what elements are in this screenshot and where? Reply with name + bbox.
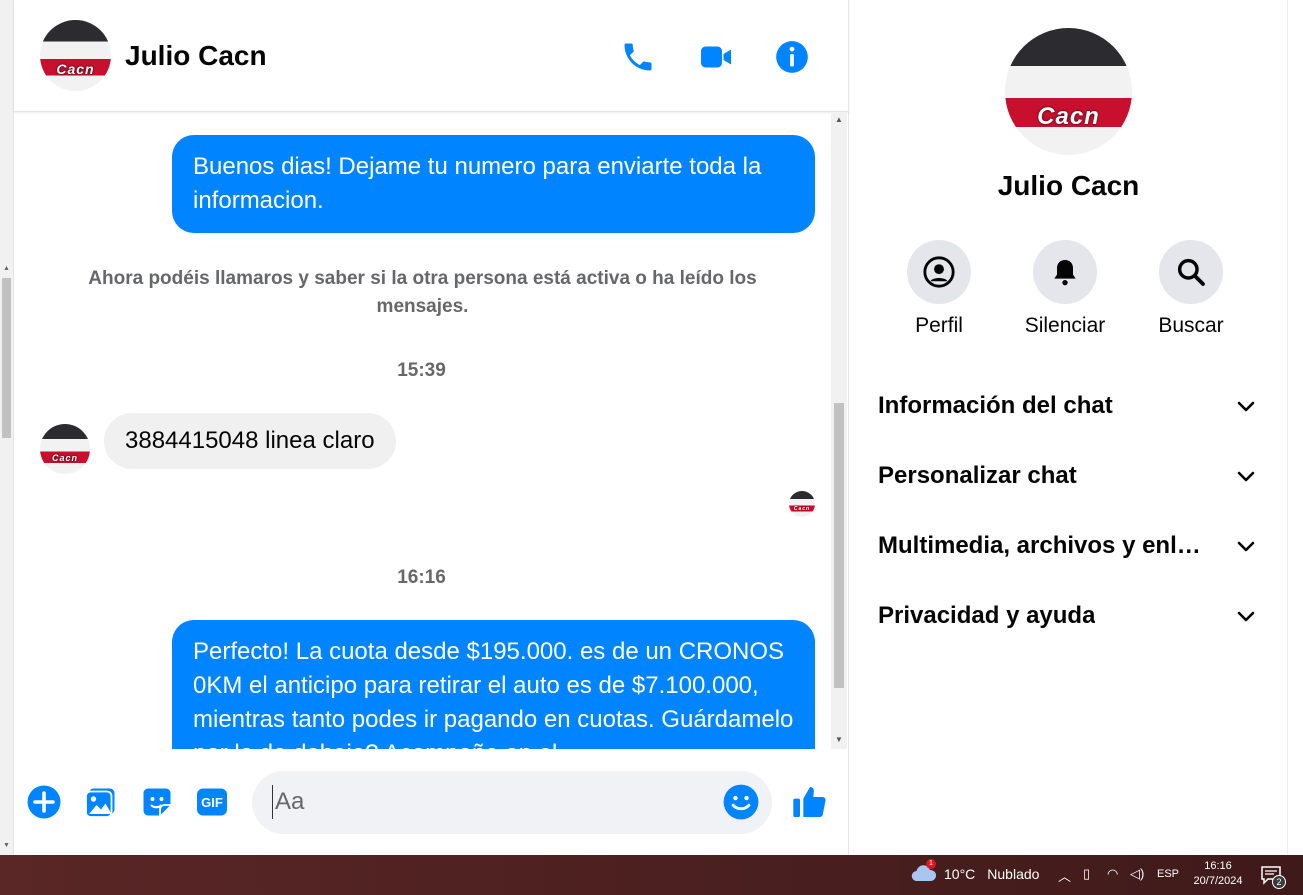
messages-scroll-thumb[interactable] [834,403,844,688]
clock[interactable]: 16:16 20/7/2024 [1188,859,1248,889]
incoming-message[interactable]: 3884415048 linea claro [104,413,396,469]
language-indicator[interactable]: ESP [1157,868,1179,880]
search-action[interactable]: Buscar [1136,240,1246,338]
section-media-files[interactable]: Multimedia, archivos y enlaces [878,526,1258,566]
system-notice: Ahora podéis llamaros y saber si la otra… [88,268,757,317]
avatar-logo-text: Cacn [56,60,95,77]
action-label: Silenciar [1024,314,1106,337]
video-camera-icon[interactable] [696,37,736,77]
avatar-logo-text: Cacn [51,453,78,463]
weather-temperature: 10°C [944,866,976,882]
section-chat-info[interactable]: Información del chat [878,386,1258,426]
section-privacy-help[interactable]: Privacidad y ayuda [878,596,1258,636]
chevron-down-icon[interactable] [1234,464,1258,488]
chat-header: Cacn Julio Cacn [14,0,849,112]
chevron-down-icon[interactable] [1234,394,1258,418]
timestamp: 15:39 [397,360,446,381]
weather-widget[interactable]: 1 10°C Nublado [910,859,1040,883]
scroll-up-arrow-icon[interactable]: ▲ [835,115,843,124]
message-list[interactable]: Buenos dias! Dejame tu numero para envia… [14,113,849,749]
section-title: Información del chat [878,392,1113,419]
message-input-box[interactable] [252,771,772,834]
outer-scrollbar[interactable]: ▲ ▼ [0,0,14,855]
notification-count: 2 [1272,875,1286,889]
conversation-details-panel: Cacn Julio Cacn Perfil Silenciar Buscar … [850,0,1287,855]
profile-avatar[interactable]: Cacn [1005,28,1132,155]
contact-name[interactable]: Julio Cacn [125,40,267,72]
section-title: Privacidad y ayuda [878,602,1096,629]
search-icon[interactable] [1159,240,1223,304]
scroll-down-arrow-icon[interactable]: ▼ [835,735,843,744]
wifi-icon[interactable]: ◠ [1107,866,1118,882]
gif-icon[interactable]: GIF [192,782,232,822]
contact-avatar[interactable]: Cacn [40,20,111,91]
profile-icon[interactable] [907,240,971,304]
mute-action[interactable]: Silenciar [1010,240,1120,338]
notification-center-icon[interactable]: 2 [1260,865,1286,889]
weather-description: Nublado [987,866,1040,882]
avatar-logo-text: Cacn [1037,102,1100,130]
outgoing-message[interactable]: Perfecto! La cuota desde $195.000. es de… [172,620,815,749]
chevron-down-icon[interactable] [1234,534,1258,558]
gif-label: GIF [201,794,223,810]
clock-date: 20/7/2024 [1193,875,1243,887]
action-label: Buscar [1158,314,1224,337]
clock-time: 16:16 [1204,860,1232,872]
taskbar: 1 10°C Nublado ︿ ▯ ◠ ◁) ESP 16:16 20/7/2… [0,855,1303,895]
read-receipt-avatar: Cacn [789,491,815,517]
messages-scrollbar[interactable]: ▲ ▼ [831,113,847,749]
message-input[interactable] [272,785,712,819]
composer: GIF [14,749,849,855]
section-customize-chat[interactable]: Personalizar chat [878,456,1258,496]
phone-icon[interactable] [618,37,658,77]
weather-badge: 1 [926,859,936,869]
chevron-down-icon[interactable] [1234,604,1258,628]
scroll-up-arrow-icon[interactable]: ▲ [3,265,10,272]
image-icon[interactable] [81,782,121,822]
emoji-icon[interactable] [722,783,760,821]
section-title: Personalizar chat [878,462,1077,489]
chat-pane: Cacn Julio Cacn Buenos dias! Dejame tu n… [14,0,849,855]
speaker-icon[interactable]: ◁) [1130,866,1144,882]
avatar-logo-text: Cacn [793,506,811,512]
action-label: Perfil [915,314,963,337]
outgoing-message[interactable]: Buenos dias! Dejame tu numero para envia… [172,135,815,233]
profile-action[interactable]: Perfil [884,240,994,338]
section-title: Multimedia, archivos y enlaces [878,532,1208,559]
cloud-icon: 1 [910,859,938,883]
scroll-down-arrow-icon[interactable]: ▼ [3,842,10,849]
chevron-up-icon[interactable]: ︿ [1058,866,1071,885]
thumbs-up-icon[interactable] [790,782,830,822]
sender-avatar[interactable]: Cacn [40,424,90,474]
page-scrollbar[interactable] [1287,0,1303,855]
plus-icon[interactable] [24,782,64,822]
timestamp: 16:16 [397,567,446,588]
sticker-icon[interactable] [137,782,177,822]
info-icon[interactable] [772,37,812,77]
bell-icon[interactable] [1033,240,1097,304]
screen: ▲ ▼ Cacn Julio Cacn Buenos dias! Dejame … [0,0,1303,895]
device-icon[interactable]: ▯ [1083,866,1090,882]
outer-scroll-thumb[interactable] [2,278,11,438]
profile-name: Julio Cacn [997,170,1140,201]
